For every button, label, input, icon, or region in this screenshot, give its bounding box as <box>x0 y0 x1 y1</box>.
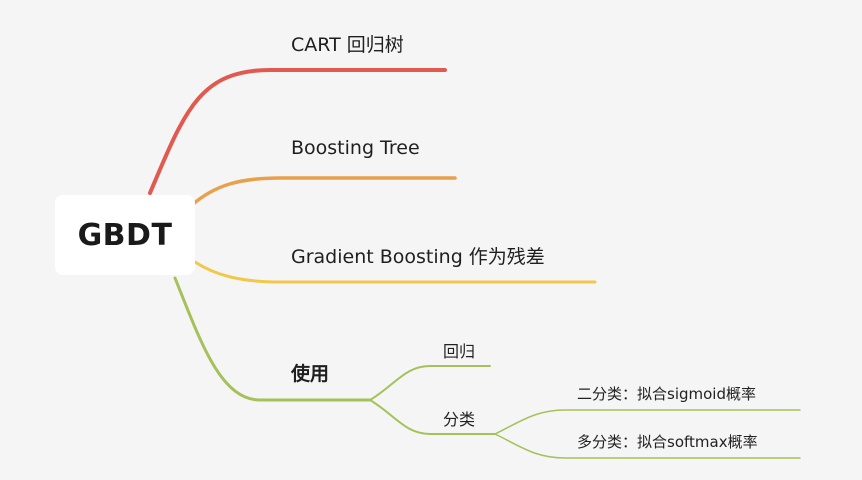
leaf-multi-classification-label: 多分类：拟合softmax概率 <box>577 433 758 451</box>
root-label: GBDT <box>77 217 173 253</box>
root-node: GBDT <box>55 195 195 275</box>
connector-cart <box>148 68 447 195</box>
leaf-classification-label: 分类 <box>443 410 476 429</box>
leaf-regression-label: 回归 <box>443 342 476 361</box>
branch-boosting-tree-label: Boosting Tree <box>291 137 420 159</box>
connector-classification <box>369 399 496 435</box>
branch-gradient-boosting-label: Gradient Boosting 作为残差 <box>291 246 545 268</box>
leaf-binary-classification-label: 二分类：拟合sigmoid概率 <box>577 385 756 403</box>
branch-usage-label: 使用 <box>291 363 330 385</box>
branch-cart-label: CART 回归树 <box>291 34 404 56</box>
connector-usage <box>173 276 372 402</box>
connector-boosting-tree <box>190 176 457 207</box>
connector-regression <box>369 365 491 401</box>
